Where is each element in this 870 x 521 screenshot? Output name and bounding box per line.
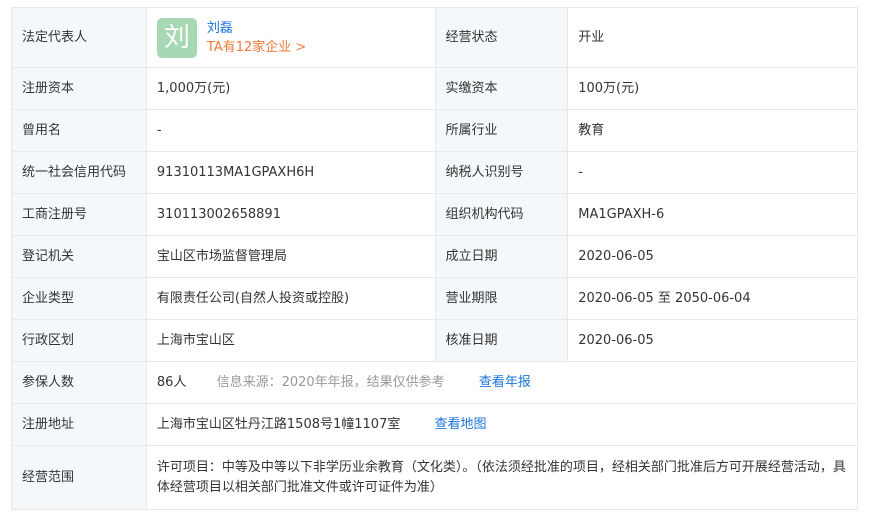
legal-rep-cell: 刘 刘磊 TA有12家企业 > (145, 7, 436, 68)
business-scope-label: 经营范围 (11, 445, 147, 510)
established-date-label: 成立日期 (434, 235, 569, 278)
business-info-panel: 法定代表人 刘 刘磊 TA有12家企业 > 经营状态 开业 注册资本 1,000… (11, 7, 859, 510)
related-companies-link[interactable]: TA有12家企业 > (207, 38, 306, 57)
insured-source-note: 信息来源：2020年年报，结果仅供参考 (216, 374, 445, 390)
address-value: 上海市宝山区牡丹江路1508号1幢1107室 (156, 416, 401, 432)
status-label: 经营状态 (434, 7, 569, 68)
authority-label: 登记机关 (11, 235, 147, 278)
company-type-value: 有限责任公司(自然人投资或控股) (145, 277, 436, 320)
industry-value: 教育 (567, 109, 858, 152)
registration-number-label: 工商注册号 (11, 193, 147, 236)
legal-rep-name-link[interactable]: 刘磊 (207, 19, 306, 38)
row-former-name: 曾用名 - 所属行业 教育 (11, 109, 858, 152)
credit-code-value: 91310113MA1GPAXH6H (145, 151, 436, 194)
former-name-label: 曾用名 (11, 109, 147, 152)
business-term-label: 营业期限 (434, 277, 569, 320)
taxpayer-id-label: 纳税人识别号 (434, 151, 569, 194)
approval-date-value: 2020-06-05 (567, 319, 858, 362)
org-code-value: MA1GPAXH-6 (567, 193, 858, 236)
row-legal-representative: 法定代表人 刘 刘磊 TA有12家企业 > 经营状态 开业 (11, 7, 858, 68)
row-credit-code: 统一社会信用代码 91310113MA1GPAXH6H 纳税人识别号 - (11, 151, 858, 194)
former-name-value: - (145, 109, 436, 152)
view-annual-report-link[interactable]: 查看年报 (479, 375, 531, 390)
insured-count-value: 86人 (156, 374, 187, 390)
insured-count-label: 参保人数 (11, 361, 147, 404)
business-scope-value: 许可项目：中等及中等以下非学历业余教育（文化类）。（依法须经批准的项目，经相关部… (145, 445, 859, 510)
legal-rep-label: 法定代表人 (11, 7, 147, 68)
row-registration-number: 工商注册号 310113002658891 组织机构代码 MA1GPAXH-6 (11, 193, 858, 236)
status-value: 开业 (567, 7, 858, 68)
row-insured: 参保人数 86人 信息来源：2020年年报，结果仅供参考 查看年报 (11, 361, 859, 404)
industry-label: 所属行业 (434, 109, 569, 152)
row-address: 注册地址 上海市宝山区牡丹江路1508号1幢1107室 查看地图 (11, 403, 859, 446)
taxpayer-id-value: - (567, 151, 858, 194)
view-map-link[interactable]: 查看地图 (435, 417, 487, 432)
address-cell: 上海市宝山区牡丹江路1508号1幢1107室 查看地图 (145, 403, 859, 446)
company-type-label: 企业类型 (11, 277, 147, 320)
row-authority: 登记机关 宝山区市场监督管理局 成立日期 2020-06-05 (11, 235, 858, 278)
credit-code-label: 统一社会信用代码 (11, 151, 147, 194)
authority-value: 宝山区市场监督管理局 (145, 235, 436, 278)
region-value: 上海市宝山区 (145, 319, 436, 362)
row-region: 行政区划 上海市宝山区 核准日期 2020-06-05 (11, 319, 858, 362)
business-info-table: 法定代表人 刘 刘磊 TA有12家企业 > 经营状态 开业 注册资本 1,000… (11, 7, 859, 510)
business-term-value: 2020-06-05 至 2050-06-04 (567, 277, 858, 320)
paid-capital-value: 100万(元) (567, 67, 858, 110)
row-company-type: 企业类型 有限责任公司(自然人投资或控股) 营业期限 2020-06-05 至 … (11, 277, 858, 320)
region-label: 行政区划 (11, 319, 147, 362)
insured-cell: 86人 信息来源：2020年年报，结果仅供参考 查看年报 (145, 361, 859, 404)
registration-number-value: 310113002658891 (145, 193, 436, 236)
paid-capital-label: 实缴资本 (434, 67, 569, 110)
registered-capital-value: 1,000万(元) (145, 67, 436, 110)
org-code-label: 组织机构代码 (434, 193, 569, 236)
row-capital: 注册资本 1,000万(元) 实缴资本 100万(元) (11, 67, 858, 110)
avatar[interactable]: 刘 (156, 17, 197, 58)
approval-date-label: 核准日期 (434, 319, 569, 362)
row-business-scope: 经营范围 许可项目：中等及中等以下非学历业余教育（文化类）。（依法须经批准的项目… (11, 445, 859, 510)
address-label: 注册地址 (11, 403, 147, 446)
registered-capital-label: 注册资本 (11, 67, 147, 110)
established-date-value: 2020-06-05 (567, 235, 858, 278)
